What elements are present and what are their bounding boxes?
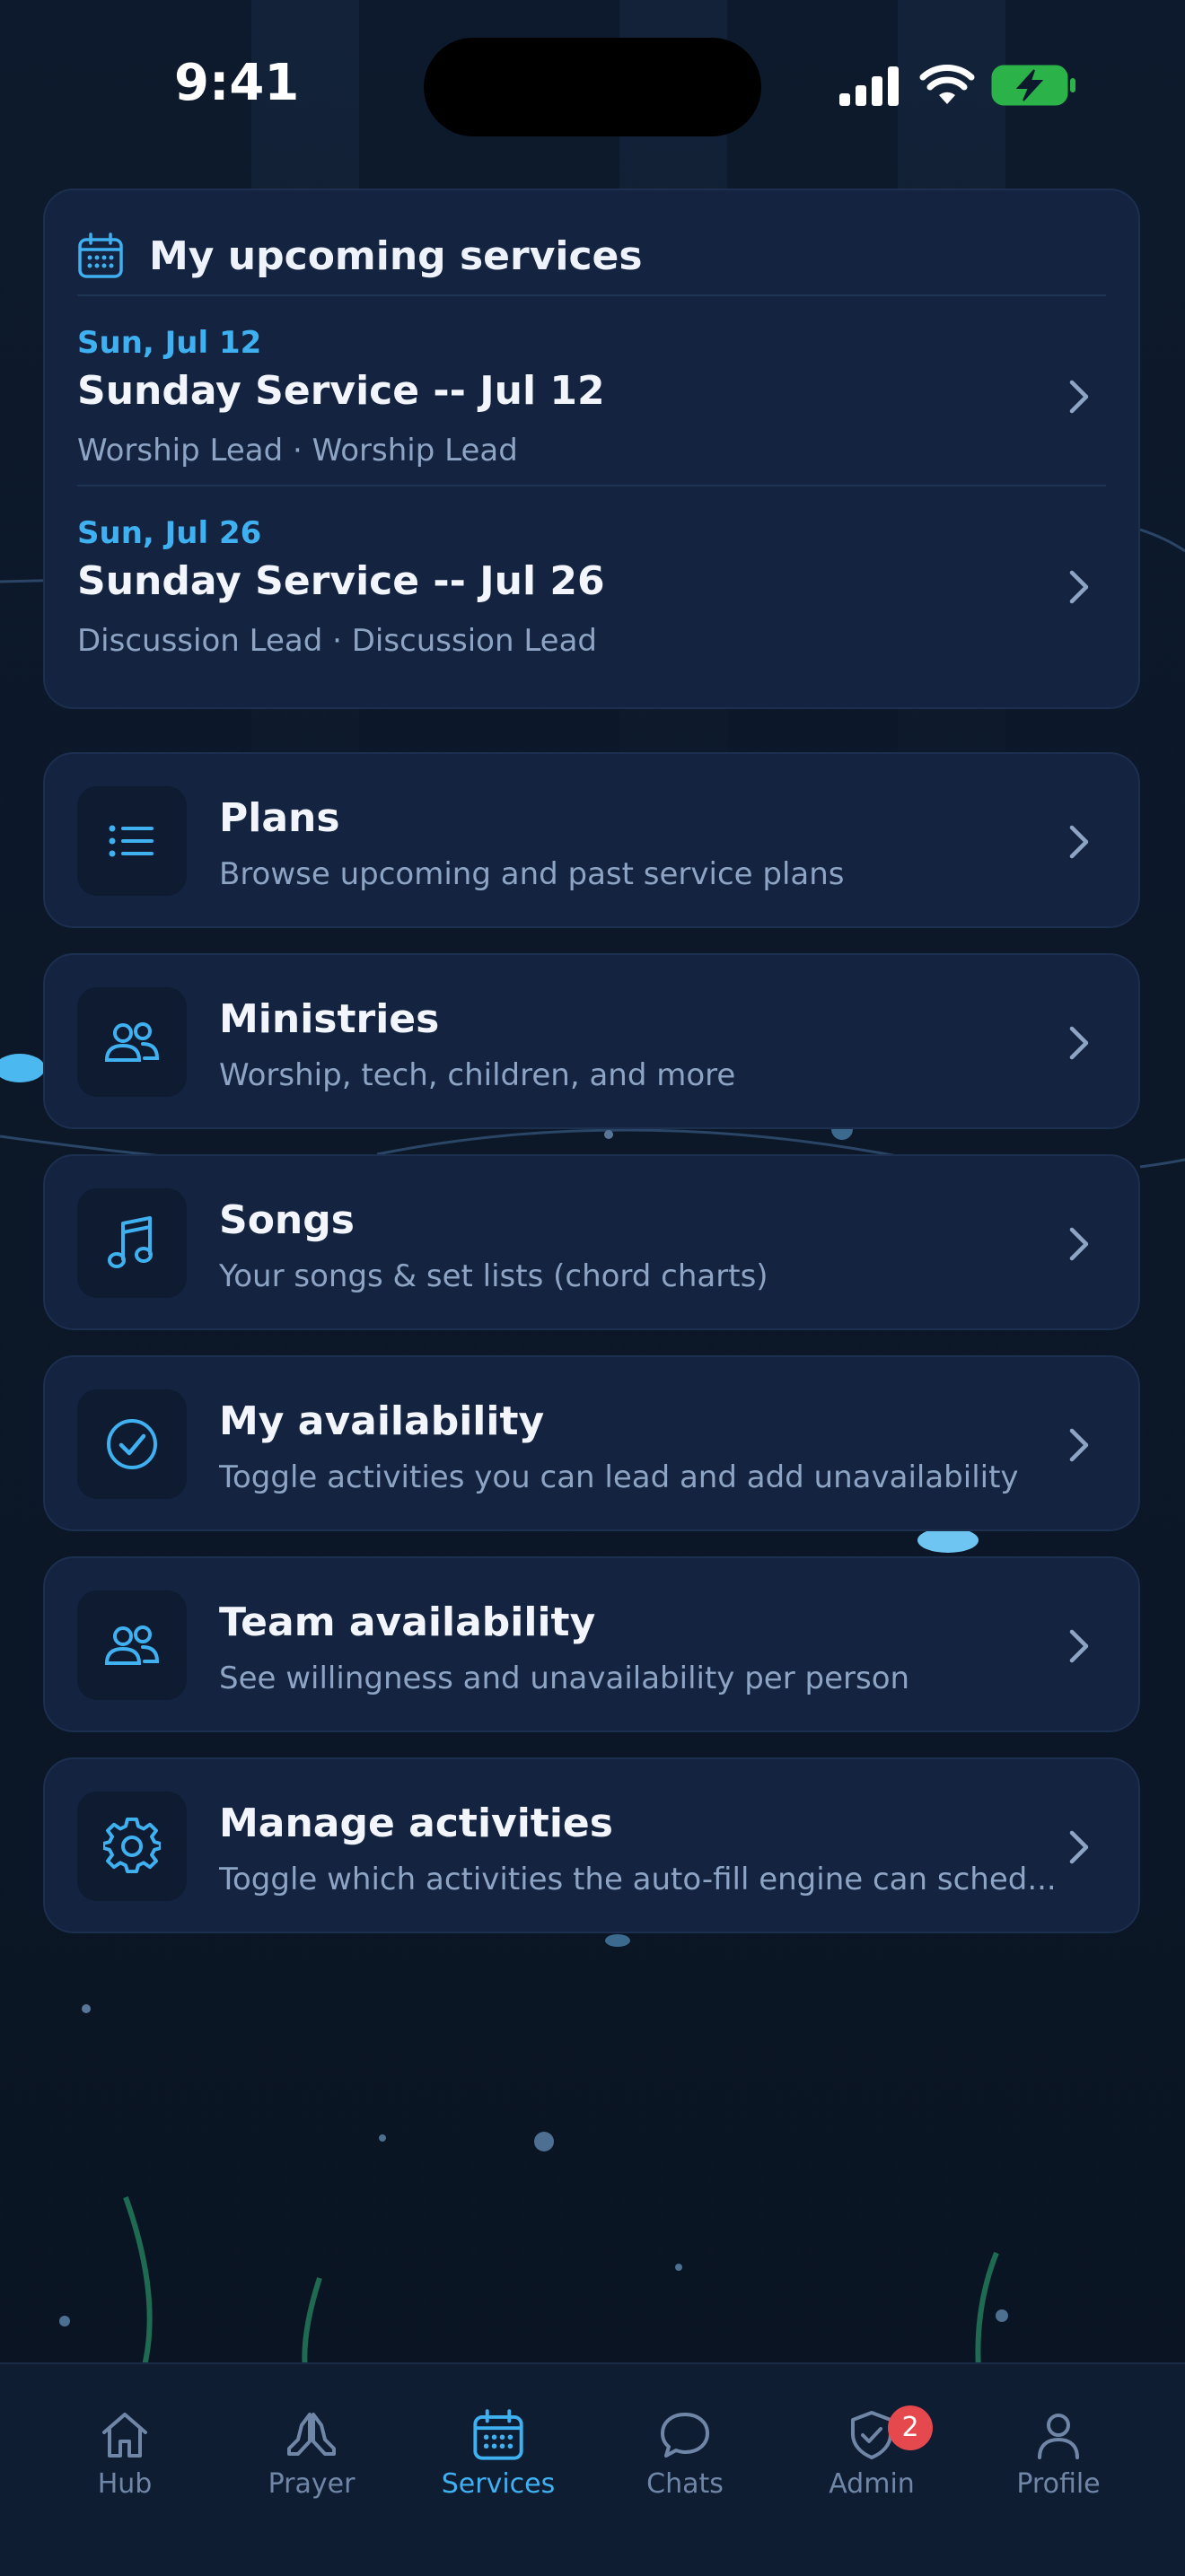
battery-charging-icon — [991, 65, 1075, 106]
service-roles: Worship Lead · Worship Lead — [77, 433, 518, 469]
divider — [77, 485, 1106, 486]
tab-label: Admin — [829, 2468, 915, 2500]
calendar-icon — [473, 2409, 523, 2460]
praying-hands-icon — [287, 2413, 336, 2456]
service-roles: Discussion Lead · Discussion Lead — [77, 623, 598, 659]
menu-item-subtitle: Toggle which activities the auto-fill en… — [219, 1862, 1057, 1897]
service-name: Sunday Service -- Jul 26 — [77, 558, 605, 604]
menu-icon-tile — [77, 1792, 187, 1901]
people-icon — [104, 1625, 160, 1665]
menu-item-subtitle: See willingness and unavailability per p… — [219, 1660, 910, 1696]
tab-profile[interactable]: Profile — [969, 2409, 1148, 2508]
dynamic-island — [424, 38, 761, 136]
service-name: Sunday Service -- Jul 12 — [77, 368, 605, 414]
menu-item-label: Manage activities — [219, 1801, 613, 1846]
chevron-right-icon — [1069, 1227, 1089, 1261]
menu-item-team-availability[interactable]: Team availability See willingness and un… — [43, 1556, 1140, 1732]
menu-item-label: Songs — [219, 1197, 355, 1243]
chevron-right-icon — [1069, 1629, 1089, 1663]
upcoming-title: My upcoming services — [149, 232, 643, 279]
chevron-right-icon — [1069, 1830, 1089, 1864]
menu-icon-tile — [77, 1590, 187, 1700]
menu-item-label: Plans — [219, 795, 340, 841]
tab-label: Chats — [646, 2468, 724, 2500]
upcoming-header: My upcoming services — [77, 224, 643, 287]
menu-icon-tile — [77, 786, 187, 896]
upcoming-services-card: My upcoming services Sun, Jul 12 Sunday … — [43, 188, 1140, 709]
cellular-signal-icon — [839, 66, 899, 106]
menu-icon-tile — [77, 1188, 187, 1298]
menu-icon-tile — [77, 1389, 187, 1499]
notification-badge: 2 — [888, 2405, 933, 2450]
menu-item-label: My availability — [219, 1398, 545, 1444]
menu-item-label: Ministries — [219, 996, 440, 1042]
service-row[interactable]: Sun, Jul 26 Sunday Service -- Jul 26 Dis… — [77, 515, 1106, 704]
status-bar: 9:41 — [0, 0, 1185, 171]
tab-chats[interactable]: Chats — [595, 2409, 775, 2508]
tab-prayer[interactable]: Prayer — [222, 2409, 401, 2508]
tab-label: Profile — [1016, 2468, 1101, 2500]
calendar-icon — [78, 232, 123, 278]
chevron-right-icon — [1069, 570, 1089, 604]
chevron-right-icon — [1069, 380, 1089, 414]
check-circle-icon — [107, 1419, 157, 1469]
chat-bubble-icon — [661, 2413, 709, 2458]
menu-icon-tile — [77, 987, 187, 1097]
wifi-icon — [919, 65, 975, 104]
person-icon — [1038, 2414, 1079, 2459]
list-icon — [109, 825, 154, 857]
chevron-right-icon — [1069, 1428, 1089, 1462]
service-date: Sun, Jul 12 — [77, 325, 262, 361]
service-date: Sun, Jul 26 — [77, 515, 262, 551]
tab-admin[interactable]: 2 Admin — [782, 2405, 961, 2508]
menu-item-subtitle: Browse upcoming and past service plans — [219, 856, 845, 892]
chevron-right-icon — [1069, 825, 1089, 859]
tab-label: Hub — [97, 2468, 153, 2500]
menu-item-manage-activities[interactable]: Manage activities Toggle which activitie… — [43, 1757, 1140, 1933]
home-icon — [102, 2413, 147, 2458]
menu-item-subtitle: Worship, tech, children, and more — [219, 1057, 736, 1093]
tab-label: Services — [441, 2468, 556, 2500]
menu-item-ministries[interactable]: Ministries Worship, tech, children, and … — [43, 953, 1140, 1129]
menu-item-plans[interactable]: Plans Browse upcoming and past service p… — [43, 752, 1140, 928]
people-icon — [104, 1022, 160, 1062]
chevron-right-icon — [1069, 1026, 1089, 1060]
menu-item-my-availability[interactable]: My availability Toggle activities you ca… — [43, 1355, 1140, 1531]
gear-icon — [103, 1818, 161, 1874]
menu-item-subtitle: Toggle activities you can lead and add u… — [219, 1459, 1019, 1495]
tab-hub[interactable]: Hub — [35, 2409, 215, 2508]
tab-services[interactable]: Services — [408, 2409, 588, 2508]
tab-bar: Hub Prayer Services Chats 2 Admin Profil… — [0, 2362, 1185, 2576]
tab-label: Prayer — [268, 2468, 356, 2500]
menu-item-songs[interactable]: Songs Your songs & set lists (chord char… — [43, 1154, 1140, 1330]
divider — [77, 294, 1106, 296]
menu-item-label: Team availability — [219, 1599, 596, 1645]
music-note-icon — [108, 1216, 153, 1268]
menu-item-subtitle: Your songs & set lists (chord charts) — [219, 1258, 768, 1294]
status-time: 9:41 — [174, 54, 300, 112]
